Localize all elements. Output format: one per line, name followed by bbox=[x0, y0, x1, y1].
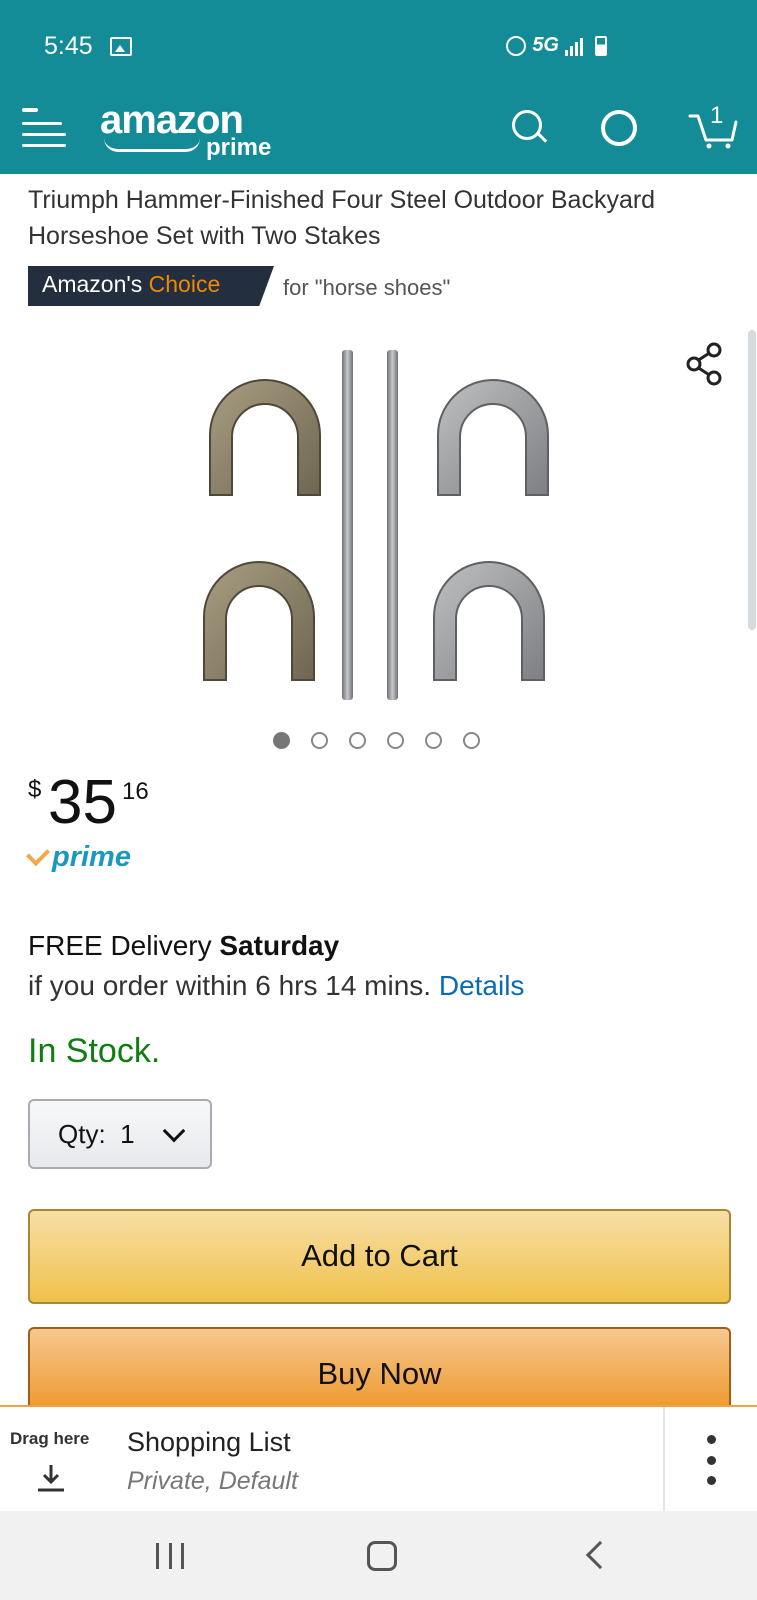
badge-choice: Choice bbox=[148, 271, 221, 297]
scroll-indicator bbox=[748, 330, 756, 630]
badge-prefix: Amazon's bbox=[42, 271, 143, 297]
prime-badge: prime bbox=[25, 840, 131, 873]
system-nav-bar bbox=[0, 1511, 757, 1600]
notification-dot bbox=[22, 108, 38, 112]
status-icons: 5G bbox=[506, 34, 607, 57]
pager-dot[interactable] bbox=[463, 732, 480, 749]
pager-dot[interactable] bbox=[311, 732, 328, 749]
cart-button[interactable]: 1 bbox=[688, 102, 738, 150]
back-icon[interactable] bbox=[585, 1540, 615, 1570]
horseshoe-steel-top bbox=[437, 379, 549, 496]
cart-count: 1 bbox=[710, 102, 724, 129]
price-fraction: 16 bbox=[122, 778, 149, 805]
panel-divider bbox=[663, 1407, 665, 1513]
alexa-icon[interactable] bbox=[601, 110, 637, 146]
price-whole: 35 bbox=[48, 768, 117, 837]
logo-prime-text: prime bbox=[206, 134, 272, 161]
shopping-list-title: Shopping List bbox=[127, 1427, 291, 1457]
gallery-icon bbox=[110, 37, 132, 56]
details-link[interactable]: Details bbox=[439, 970, 525, 1001]
delivery-prefix: FREE Delivery bbox=[28, 930, 220, 961]
horseshoe-brass-top bbox=[209, 379, 321, 496]
share-icon[interactable] bbox=[684, 342, 724, 386]
quantity-select[interactable]: Qty: 1 bbox=[28, 1099, 212, 1169]
search-icon[interactable] bbox=[512, 110, 548, 146]
stock-status: In Stock. bbox=[28, 1032, 161, 1070]
recent-apps-icon[interactable] bbox=[156, 1543, 184, 1569]
app-header: amazon prime 1 bbox=[0, 96, 757, 174]
menu-icon[interactable] bbox=[22, 108, 68, 154]
amazons-choice-badge: Amazon's Choice bbox=[28, 266, 274, 306]
product-image[interactable] bbox=[180, 345, 580, 705]
delivery-condition: if you order within 6 hrs 14 mins. bbox=[28, 970, 439, 1001]
prime-check-icon bbox=[25, 842, 51, 867]
pager-dot[interactable] bbox=[387, 732, 404, 749]
qty-label: Qty: bbox=[58, 1118, 106, 1149]
shopping-list-drag-panel[interactable]: Drag here Shopping List Private, Default bbox=[0, 1405, 757, 1513]
product-title: Triumph Hammer-Finished Four Steel Outdo… bbox=[28, 186, 656, 250]
delivery-condition-line: if you order within 6 hrs 14 mins. Detai… bbox=[28, 970, 524, 1002]
battery-icon bbox=[595, 35, 607, 56]
horseshoe-steel-bottom bbox=[433, 561, 545, 681]
stake-left bbox=[342, 350, 353, 700]
chevron-down-icon bbox=[162, 1119, 186, 1143]
price-symbol: $ bbox=[28, 776, 42, 803]
drag-here-label: Drag here bbox=[10, 1429, 90, 1448]
stake-right bbox=[387, 350, 398, 700]
shopping-list-subtitle: Private, Default bbox=[127, 1467, 298, 1495]
alarm-icon bbox=[506, 35, 527, 56]
prime-label: prime bbox=[52, 840, 131, 873]
pager-dot[interactable] bbox=[349, 732, 366, 749]
image-pager[interactable] bbox=[273, 732, 480, 749]
home-icon[interactable] bbox=[367, 1541, 397, 1571]
smile-arrow-icon bbox=[104, 138, 200, 152]
signal-icon bbox=[565, 36, 589, 56]
network-label: 5G bbox=[532, 34, 559, 56]
status-bar: 5:45 5G bbox=[0, 0, 757, 96]
delivery-day: Saturday bbox=[219, 930, 340, 961]
badge-query: for "horse shoes" bbox=[283, 275, 451, 300]
pager-dot[interactable] bbox=[273, 732, 290, 749]
amazon-prime-logo[interactable]: amazon prime bbox=[100, 98, 271, 161]
download-icon bbox=[36, 1463, 66, 1493]
more-options-icon[interactable] bbox=[706, 1435, 716, 1485]
add-to-cart-button[interactable]: Add to Cart bbox=[28, 1209, 731, 1304]
qty-value: 1 bbox=[120, 1118, 135, 1149]
status-time: 5:45 bbox=[44, 32, 93, 60]
pager-dot[interactable] bbox=[425, 732, 442, 749]
delivery-info: FREE Delivery Saturday bbox=[28, 930, 339, 962]
horseshoe-brass-bottom bbox=[203, 561, 315, 681]
